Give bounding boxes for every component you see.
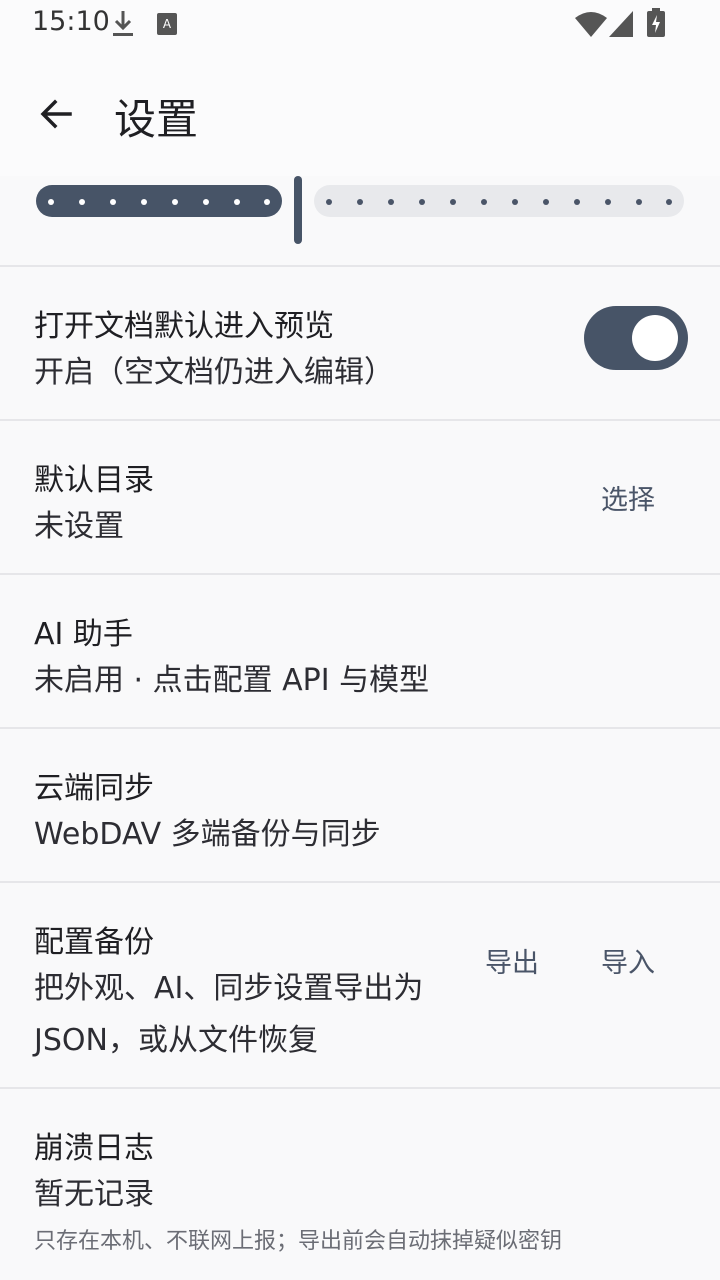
download-icon <box>110 8 136 44</box>
slider-active-track <box>36 185 282 217</box>
select-dir-button[interactable]: 选择 <box>601 478 655 517</box>
setting-row-sync[interactable]: 云端同步 WebDAV 多端备份与同步 <box>0 727 720 881</box>
keyboard-a-icon: A <box>156 12 178 40</box>
setting-subtitle: 未设置 <box>34 509 124 544</box>
setting-row-ai[interactable]: AI 助手 未启用 · 点击配置 API 与模型 <box>0 573 720 727</box>
setting-title: 崩溃日志 <box>34 1131 154 1166</box>
setting-title: 配置备份 <box>34 925 154 960</box>
slider-inactive-track <box>314 185 684 217</box>
setting-subtitle: 把外观、AI、同步设置导出为 JSON，或从文件恢复 <box>34 971 424 1058</box>
setting-subtitle: 暂无记录 <box>34 1177 154 1212</box>
setting-title: AI 助手 <box>34 617 133 652</box>
setting-row-default-dir[interactable]: 默认目录 未设置 选择 <box>0 419 720 573</box>
setting-subtitle: WebDAV 多端备份与同步 <box>34 817 381 852</box>
setting-subtitle: 开启（空文档仍进入编辑） <box>34 355 394 390</box>
status-bar: 15:10 A <box>0 0 720 48</box>
setting-note: 只存在本机、不联网上报；导出前会自动抹掉疑似密钥 <box>34 1229 563 1254</box>
import-button[interactable]: 导入 <box>601 941 655 980</box>
export-button[interactable]: 导出 <box>485 941 539 980</box>
toggle-knob <box>632 315 678 361</box>
svg-text:A: A <box>163 17 172 31</box>
setting-title: 默认目录 <box>34 463 154 498</box>
status-time: 15:10 <box>32 6 110 37</box>
setting-title: 打开文档默认进入预览 <box>34 309 334 344</box>
app-bar: 设置 <box>0 48 720 176</box>
preview-toggle[interactable] <box>584 306 688 370</box>
setting-row-backup: 配置备份 把外观、AI、同步设置导出为 JSON，或从文件恢复 导出 导入 <box>0 881 720 1087</box>
page-title: 设置 <box>114 95 199 144</box>
back-button[interactable] <box>28 86 84 142</box>
slider-thumb[interactable] <box>294 176 302 244</box>
signal-icon <box>608 10 634 42</box>
setting-subtitle: 未启用 · 点击配置 API 与模型 <box>34 663 430 698</box>
setting-title: 云端同步 <box>34 771 154 806</box>
arrow-left-icon <box>40 99 72 129</box>
battery-charging-icon <box>646 8 666 42</box>
font-size-slider[interactable] <box>0 176 720 266</box>
wifi-icon <box>574 10 608 42</box>
setting-row-crash-log[interactable]: 崩溃日志 暂无记录 只存在本机、不联网上报；导出前会自动抹掉疑似密钥 <box>0 1087 720 1280</box>
